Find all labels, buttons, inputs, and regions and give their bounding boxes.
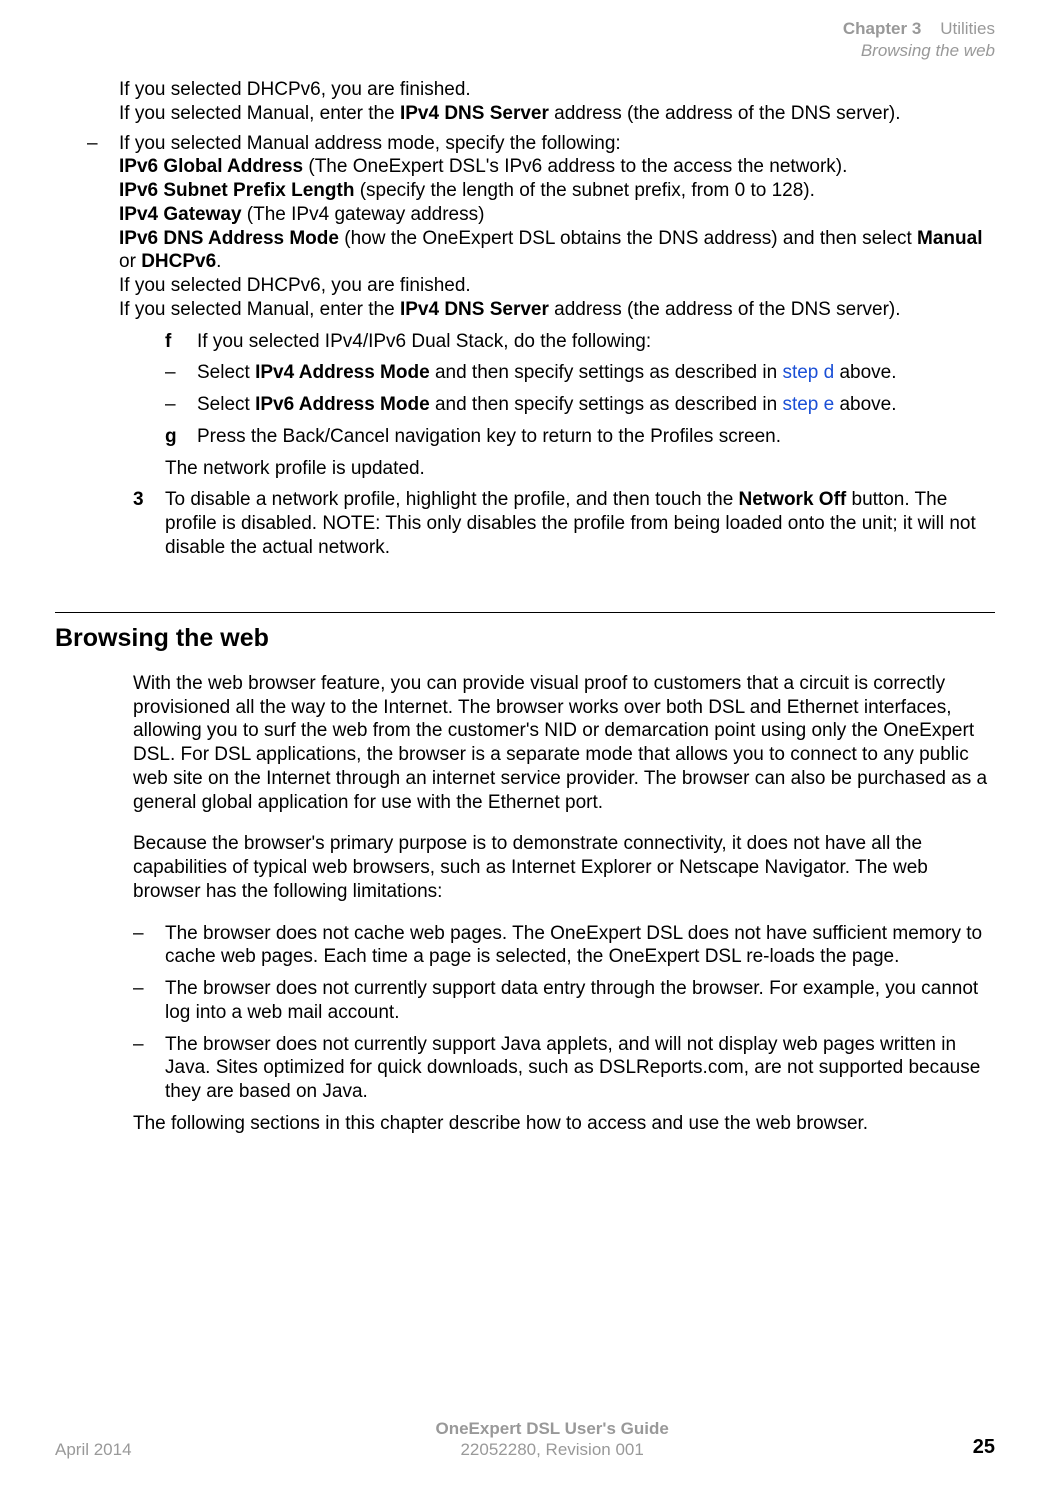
chapter-label: Chapter 3 — [843, 19, 921, 38]
step-g: g Press the Back/Cancel navigation key t… — [165, 425, 995, 449]
bw-limit-2: – The browser does not currently support… — [133, 977, 995, 1025]
footer-revision: 22052280, Revision 001 — [132, 1439, 973, 1460]
step-f-sub1: – Select IPv4 Address Mode and then spec… — [165, 361, 995, 385]
manual-dns-2: If you selected Manual, enter the IPv4 D… — [119, 298, 995, 322]
chapter-spacer — [926, 19, 935, 38]
browsing-heading: Browsing the web — [55, 623, 995, 654]
dash-marker: – — [165, 393, 197, 417]
bw-limit-3: – The browser does not currently support… — [133, 1033, 995, 1104]
bw-paragraph-2: Because the browser's primary purpose is… — [133, 832, 995, 903]
step-f-text: If you selected IPv4/IPv6 Dual Stack, do… — [197, 330, 995, 354]
step-3: 3 To disable a network profile, highligh… — [133, 488, 995, 559]
bw-limit-1: – The browser does not cache web pages. … — [133, 922, 995, 970]
bw-paragraph-3: The following sections in this chapter d… — [133, 1112, 995, 1136]
step-f-marker: f — [165, 330, 197, 354]
ipv6-dns-mode: IPv6 DNS Address Mode (how the OneExpert… — [119, 227, 995, 275]
dash-marker: – — [133, 977, 165, 1025]
chapter-title: Utilities — [940, 19, 995, 38]
dhcpv6-done: If you selected DHCPv6, you are finished… — [119, 78, 995, 102]
bw-paragraph-1: With the web browser feature, you can pr… — [133, 672, 995, 815]
step-g-marker: g — [165, 425, 197, 449]
dhcpv6-done-2: If you selected DHCPv6, you are finished… — [119, 274, 995, 298]
step-d-link[interactable]: step d — [782, 362, 834, 383]
step-g-text: Press the Back/Cancel navigation key to … — [197, 425, 995, 449]
dash-marker: – — [133, 922, 165, 970]
section-rule — [55, 612, 995, 613]
continuation-block: If you selected DHCPv6, you are finished… — [87, 78, 995, 322]
page-content: If you selected DHCPv6, you are finished… — [55, 78, 995, 1144]
page-footer: April 2014 OneExpert DSL User's Guide 22… — [55, 1418, 995, 1461]
ipv6-prefix: IPv6 Subnet Prefix Length (specify the l… — [119, 179, 995, 203]
footer-center: OneExpert DSL User's Guide 22052280, Rev… — [132, 1418, 973, 1461]
footer-page-number: 25 — [973, 1435, 995, 1460]
manual-mode-item: – If you selected Manual address mode, s… — [87, 132, 995, 322]
manual-intro: If you selected Manual address mode, spe… — [119, 132, 995, 156]
step-f: f If you selected IPv4/IPv6 Dual Stack, … — [165, 330, 995, 354]
ipv4-gateway: IPv4 Gateway (The IPv4 gateway address) — [119, 203, 995, 227]
footer-date: April 2014 — [55, 1439, 132, 1460]
dash-marker: – — [133, 1033, 165, 1104]
step-f-sub2: – Select IPv6 Address Mode and then spec… — [165, 393, 995, 417]
ipv6-global: IPv6 Global Address (The OneExpert DSL's… — [119, 155, 995, 179]
dash-marker: – — [87, 132, 119, 322]
footer-guide-title: OneExpert DSL User's Guide — [132, 1418, 973, 1439]
dash-marker: – — [165, 361, 197, 385]
manual-dns-line: If you selected Manual, enter the IPv4 D… — [119, 102, 995, 126]
step-3-marker: 3 — [133, 488, 165, 559]
profile-updated: The network profile is updated. — [165, 457, 995, 481]
step-e-link[interactable]: step e — [782, 394, 834, 415]
page-header: Chapter 3 Utilities Browsing the web — [843, 18, 995, 62]
header-subtitle: Browsing the web — [843, 40, 995, 62]
